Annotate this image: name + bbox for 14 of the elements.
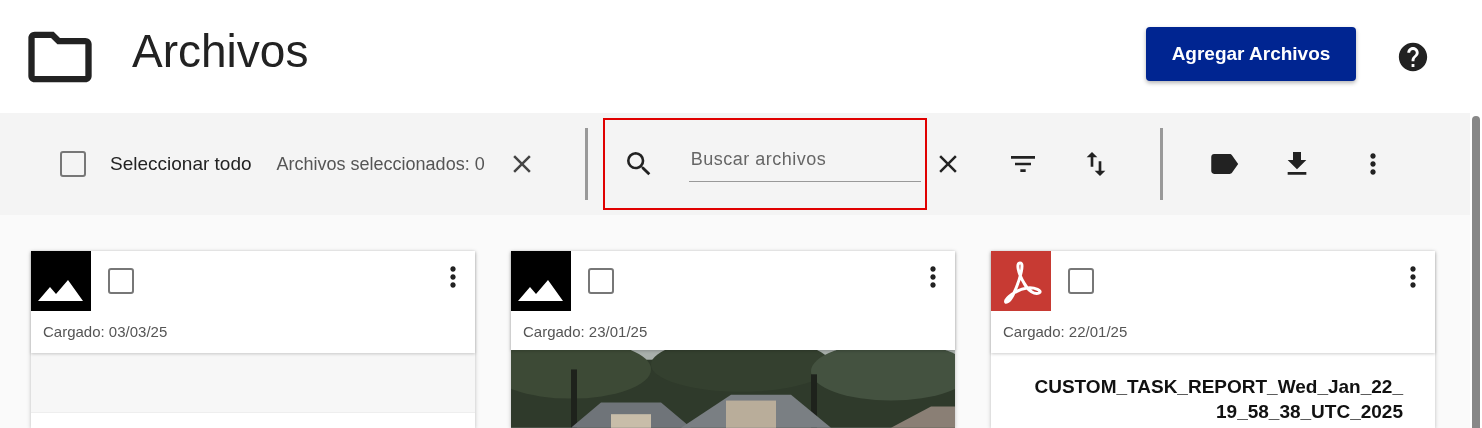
search-field[interactable]: Buscar archivos bbox=[688, 138, 921, 182]
file-checkbox[interactable] bbox=[108, 268, 134, 294]
selected-count: Archivos seleccionados: 0 bbox=[276, 153, 485, 175]
upload-date: Cargado: 22/01/25 bbox=[1003, 323, 1129, 340]
select-all-checkbox[interactable] bbox=[60, 151, 86, 177]
select-all-label: Seleccionar todo bbox=[110, 153, 252, 175]
file-checkbox[interactable] bbox=[1068, 268, 1094, 294]
upload-date: Cargado: 23/01/25 bbox=[523, 323, 649, 340]
add-files-button[interactable]: Agregar Archivos bbox=[1146, 26, 1356, 81]
upload-date: Cargado: 03/03/25 bbox=[43, 323, 169, 340]
page-title: Archivos bbox=[132, 23, 310, 78]
scrollbar[interactable] bbox=[1472, 116, 1480, 428]
file-name: CUSTOM_TASK_REPORT_Wed_Jan_22_ 19_58_38_UTC_2025 bbox=[1033, 375, 1405, 424]
file-checkbox[interactable] bbox=[588, 268, 614, 294]
